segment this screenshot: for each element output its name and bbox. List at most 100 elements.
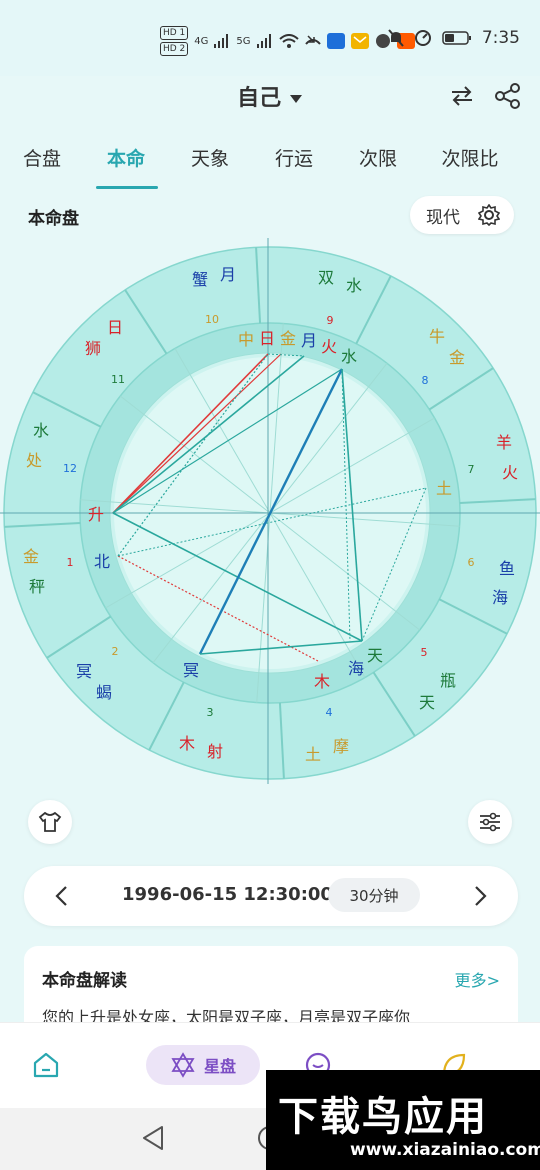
sign-label-leo: 狮 xyxy=(85,339,101,358)
tab-natal[interactable]: 本命 xyxy=(84,144,168,171)
theme-button[interactable] xyxy=(28,800,72,844)
shirt-icon xyxy=(38,811,62,832)
wifi-icon xyxy=(278,34,299,48)
house-number: 5 xyxy=(421,646,428,659)
speed-gauge-icon xyxy=(414,30,431,46)
house-number: 9 xyxy=(327,314,334,327)
sign-ruler-label: 金 xyxy=(449,348,465,367)
planet-midheaven: 中 xyxy=(238,330,254,349)
sign-ruler-label: 火 xyxy=(502,463,518,482)
sign-ruler-label: 日 xyxy=(107,318,123,337)
share-icon xyxy=(495,83,520,109)
mail-notification-icon xyxy=(350,33,369,49)
sign-label-sagittarius: 射 xyxy=(207,742,223,761)
sign-ruler-label: 水 xyxy=(346,276,362,295)
sign-label-aquarius: 瓶 xyxy=(440,671,456,690)
planet-saturn: 土 xyxy=(436,479,452,498)
house-number: 4 xyxy=(326,706,333,719)
planet-venus: 金 xyxy=(280,329,296,348)
app-header: 自己 xyxy=(0,76,540,128)
tab-secondary-compare[interactable]: 次限比 xyxy=(428,144,512,171)
nav-home[interactable] xyxy=(26,1045,66,1085)
gear-icon xyxy=(478,204,500,226)
house-number: 11 xyxy=(111,373,125,386)
planet-uranus: 天 xyxy=(367,646,383,665)
sign-label-taurus: 牛 xyxy=(429,327,445,346)
planet-moon: 月 xyxy=(301,331,317,350)
watermark-url: www.xiazainiao.com xyxy=(350,1140,540,1160)
sign-ruler-label: 天 xyxy=(419,693,435,712)
watermark-overlay: 下载鸟应用 www.xiazainiao.com xyxy=(266,1070,540,1170)
sign-ruler-label: 海 xyxy=(492,588,508,607)
house-number: 8 xyxy=(422,374,429,387)
caret-down-icon xyxy=(289,95,302,103)
planet-north-node: 北 xyxy=(94,552,110,571)
time-step-button[interactable]: 30分钟 xyxy=(328,878,420,912)
hd1-badge: HD 1 xyxy=(160,26,189,40)
network-4g-label: 4G xyxy=(194,35,209,47)
planet-neptune: 海 xyxy=(348,659,364,678)
sign-ruler-label: 冥 xyxy=(76,662,92,681)
watermark-title: 下载鸟应用 xyxy=(278,1094,488,1140)
sign-label-capricorn: 摩 xyxy=(333,737,349,756)
house-number: 6 xyxy=(468,556,475,569)
sign-ruler-label: 木 xyxy=(179,734,195,753)
back-button[interactable] xyxy=(140,1124,166,1156)
nav-star-chart-label: 星盘 xyxy=(203,1057,236,1076)
home-icon xyxy=(33,1052,59,1078)
chevron-right-icon xyxy=(475,886,487,906)
house-number: 2 xyxy=(112,645,119,658)
signal-icon xyxy=(214,34,229,48)
signal-icon-2 xyxy=(256,34,271,48)
tab-secondary[interactable]: 次限 xyxy=(336,144,420,171)
house-number: 7 xyxy=(468,463,475,476)
planet-mars: 火 xyxy=(321,337,337,356)
house-number: 12 xyxy=(63,462,77,475)
chart-mode-button[interactable]: 现代 xyxy=(410,196,514,234)
sign-ruler-label: 水 xyxy=(33,421,49,440)
hd2-badge: HD 2 xyxy=(160,42,189,56)
swap-button[interactable] xyxy=(444,78,480,114)
sign-label-cancer: 蟹 xyxy=(192,270,208,289)
chart-type-tabs: 合盘 本命 天象 行运 次限 次限比 xyxy=(0,136,540,189)
swap-arrows-icon xyxy=(452,86,472,106)
planet-jupiter: 木 xyxy=(314,672,330,691)
chart-mode-label: 现代 xyxy=(426,207,460,228)
next-time-button[interactable] xyxy=(466,878,496,914)
battery-icon xyxy=(442,31,471,45)
tab-progression[interactable]: 行运 xyxy=(252,144,336,171)
app-notification-icon xyxy=(326,33,345,49)
status-right: 7:35 xyxy=(388,28,520,48)
sign-label-gemini: 双 xyxy=(318,268,334,287)
planet-sun: 日 xyxy=(259,329,275,348)
previous-time-button[interactable] xyxy=(46,878,76,914)
tab-synastry[interactable]: 合盘 xyxy=(0,144,84,171)
back-triangle-icon xyxy=(143,1126,163,1150)
sign-label-libra: 秤 xyxy=(29,577,45,596)
chart-wheel-svg: 1 2 3 4 5 6 7 8 9 10 11 12 蟹 月 双 水 牛 金 羊… xyxy=(0,238,540,784)
nav-star-chart[interactable]: 星盘 xyxy=(146,1045,260,1085)
datetime-bar: 1996-06-15 12:30:00 30分钟 xyxy=(24,866,518,926)
sign-label-aries: 羊 xyxy=(496,433,512,452)
mute-bell-icon xyxy=(388,29,404,47)
birth-datetime[interactable]: 1996-06-15 12:30:00 xyxy=(122,884,333,905)
reading-more-link[interactable]: 更多> xyxy=(455,967,500,991)
chart-settings-button[interactable] xyxy=(468,800,512,844)
tab-transit[interactable]: 天象 xyxy=(168,144,252,171)
missed-call-icon xyxy=(304,35,321,45)
house-number: 3 xyxy=(207,706,214,719)
sign-label-pisces: 鱼 xyxy=(499,559,515,578)
natal-chart-wheel[interactable]: 1 2 3 4 5 6 7 8 9 10 11 12 蟹 月 双 水 牛 金 羊… xyxy=(0,238,540,784)
reading-card-title: 本命盘解读 xyxy=(42,971,127,991)
network-5g-label: 5G xyxy=(236,35,251,47)
sign-ruler-label: 月 xyxy=(220,265,236,284)
house-number: 1 xyxy=(67,556,74,569)
status-time: 7:35 xyxy=(481,28,520,48)
house-number: 10 xyxy=(205,313,219,326)
share-button[interactable] xyxy=(490,78,526,114)
chart-section-title: 本命盘 xyxy=(28,209,79,229)
status-left: HD 1 HD 2 4G 5G xyxy=(160,26,415,56)
sign-ruler-label: 土 xyxy=(305,745,321,764)
planet-ascendant: 升 xyxy=(88,505,104,524)
sign-ruler-label: 金 xyxy=(23,547,39,566)
